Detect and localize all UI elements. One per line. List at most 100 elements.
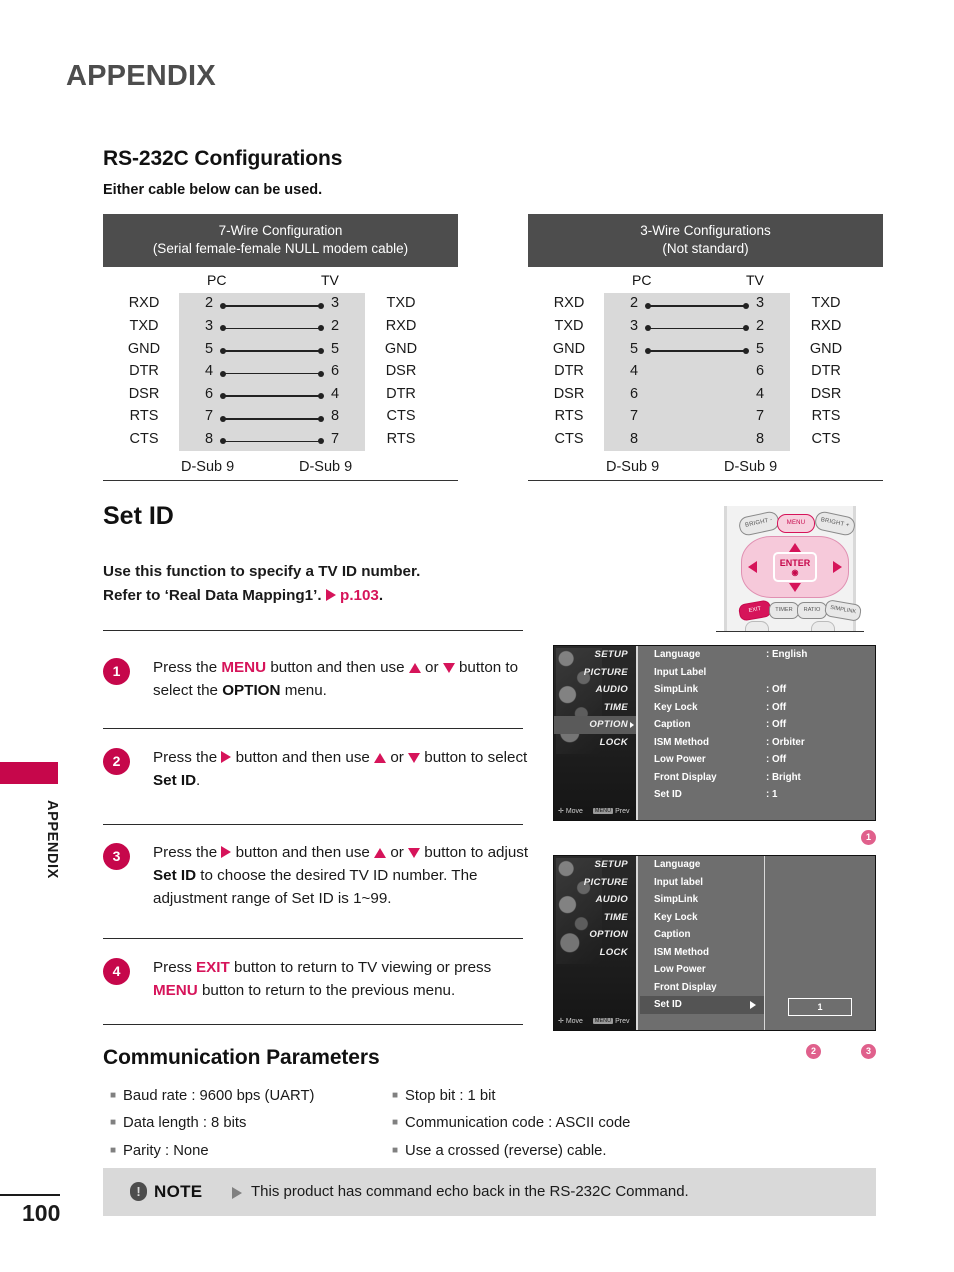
- remote-exit-button[interactable]: EXIT: [737, 599, 773, 622]
- osd-row-language[interactable]: Language: English: [640, 646, 875, 664]
- remote-ratio-button[interactable]: RATIO: [797, 602, 827, 619]
- osd-sidebar-item-time[interactable]: TIME: [554, 909, 636, 927]
- note-label: NOTE: [154, 1182, 203, 1201]
- osd-nav-prev: MENU Prev: [592, 1018, 630, 1025]
- left-pin: 6: [204, 385, 214, 402]
- chevron-right-icon: [630, 721, 634, 728]
- osd-row-name: Caption: [654, 929, 691, 940]
- remote-bright-minus-button[interactable]: BRIGHT -: [737, 510, 781, 537]
- wire-config-table-7wire: 7-Wire Configuration (Serial female-fema…: [103, 214, 458, 482]
- osd-setid-value-box[interactable]: 1: [788, 998, 852, 1016]
- osd-row-set-id[interactable]: Set ID: [640, 996, 764, 1014]
- osd-sidebar: SETUP PICTURE AUDIO TIME OPTION LOCK ✛ M…: [554, 856, 638, 1030]
- table-bottom-rule: [103, 480, 458, 482]
- setid-intro-period: .: [378, 586, 384, 604]
- comm-right-list: Stop bit : 1 bit Communication code : AS…: [392, 1083, 692, 1165]
- osd-sidebar-item-lock[interactable]: LOCK: [554, 944, 636, 962]
- osd-row-value: : Bright: [766, 771, 801, 783]
- osd-row-name: SimpLink: [654, 684, 699, 695]
- setid-heading: Set ID: [103, 502, 174, 530]
- osd-row-caption[interactable]: Caption : Off: [640, 716, 875, 734]
- column-header-pc: PC: [207, 272, 227, 289]
- osd-row-key-lock[interactable]: Key Lock: [640, 909, 764, 927]
- setid-intro: Use this function to specify a TV ID num…: [103, 560, 523, 607]
- osd-row-input-label[interactable]: Input Label: [640, 664, 875, 682]
- osd-row-ism-method[interactable]: ISM Method: Orbiter: [640, 734, 875, 752]
- osd-nav-hints: ✛ Move MENU Prev: [558, 807, 636, 815]
- osd-sidebar: SETUP PICTURE AUDIO TIME OPTION LOCK ✛ M…: [554, 646, 638, 820]
- chevron-right-icon: [750, 1000, 756, 1009]
- osd-row-name: Caption: [654, 719, 691, 730]
- osd-sidebar-item-option[interactable]: OPTION: [554, 926, 636, 944]
- osd-sidebar-item-time[interactable]: TIME: [554, 699, 636, 717]
- osd-row-simplink[interactable]: SimpLink: [640, 891, 764, 909]
- right-pin: 2: [330, 318, 340, 335]
- osd-row-simplink[interactable]: SimpLink: Off: [640, 681, 875, 699]
- table-footer: D-Sub 9 D-Sub 9: [103, 451, 458, 481]
- osd-sidebar-item-setup[interactable]: SETUP: [554, 646, 636, 664]
- setid-intro-line1: Use this function to specify a TV ID num…: [103, 563, 421, 580]
- osd-row-front-display[interactable]: Front Display: [640, 979, 764, 997]
- osd-row-name: Set ID: [654, 789, 682, 800]
- divider: [103, 630, 523, 632]
- osd-row-low-power[interactable]: Low Power: Off: [640, 751, 875, 769]
- table-row: RXD 2 3 TXD: [528, 293, 883, 316]
- arrow-right-icon: [232, 1187, 242, 1199]
- right-pin: 4: [755, 385, 765, 402]
- remote-arrow-left-icon[interactable]: [748, 561, 757, 573]
- osd-sidebar-item-audio[interactable]: AUDIO: [554, 891, 636, 909]
- remote-arrow-down-icon[interactable]: [789, 583, 801, 592]
- wire-link: [220, 370, 324, 376]
- right-signal: TXD: [386, 295, 416, 312]
- osd-row-value: : Orbiter: [766, 736, 805, 748]
- remote-menu-button[interactable]: MENU: [777, 514, 815, 533]
- osd-row-set-id[interactable]: Set ID: 1: [640, 786, 875, 804]
- right-signal: RTS: [386, 431, 416, 447]
- column-header-tv: TV: [321, 272, 339, 289]
- osd-row-key-lock[interactable]: Key Lock: Off: [640, 699, 875, 717]
- left-signal: RTS: [554, 408, 584, 425]
- right-signal: CTS: [811, 431, 841, 447]
- footer-right: D-Sub 9: [724, 459, 778, 476]
- arrow-down-icon: [442, 663, 455, 673]
- osd-sidebar-item-lock[interactable]: LOCK: [554, 734, 636, 752]
- osd-main-panel: Language: English Input Label SimpLink: …: [640, 646, 875, 820]
- osd-row-value: : Off: [766, 719, 787, 730]
- remote-arrow-up-icon[interactable]: [789, 543, 801, 552]
- right-signal: GND: [384, 340, 418, 357]
- right-pin: 4: [330, 385, 340, 402]
- arrow-down-icon: [408, 753, 421, 763]
- osd-sidebar-item-setup[interactable]: SETUP: [554, 856, 636, 874]
- arrow-right-icon: [221, 751, 232, 763]
- table-row: TXD 3 2 RXD: [103, 316, 458, 339]
- osd-row-input-label[interactable]: Input label: [640, 874, 764, 892]
- osd-row-front-display[interactable]: Front Display: Bright: [640, 769, 875, 787]
- step-marker-2: 2: [806, 1044, 821, 1059]
- step-marker-1: 1: [861, 830, 876, 845]
- remote-bright-plus-button[interactable]: BRIGHT +: [813, 510, 857, 537]
- exit-button-ref: EXIT: [196, 959, 230, 976]
- remote-simplink-button[interactable]: SIMPLINK: [823, 599, 863, 622]
- osd-sidebar-item-option[interactable]: OPTION: [554, 716, 636, 734]
- osd-row-ism-method[interactable]: ISM Method: [640, 944, 764, 962]
- remote-arrow-right-icon[interactable]: [833, 561, 842, 573]
- remote-enter-button[interactable]: ENTER ◉: [773, 552, 817, 582]
- right-signal: DTR: [386, 385, 416, 402]
- right-signal: RTS: [811, 408, 841, 425]
- osd-nav-move: ✛ Move: [558, 1018, 583, 1025]
- appendix-side-label: APPENDIX: [44, 800, 60, 879]
- osd-row-name: Low Power: [654, 754, 706, 765]
- osd-sidebar-item-picture[interactable]: PICTURE: [554, 874, 636, 892]
- osd-sidebar-item-picture[interactable]: PICTURE: [554, 664, 636, 682]
- left-pin: 5: [204, 340, 214, 357]
- arrow-up-icon: [374, 848, 387, 858]
- osd-row-low-power[interactable]: Low Power: [640, 961, 764, 979]
- osd-row-language[interactable]: Language: [640, 856, 764, 874]
- right-signal: TXD: [811, 295, 841, 312]
- osd-nav-prev: MENU Prev: [592, 808, 630, 815]
- remote-timer-button[interactable]: TIMER: [769, 602, 799, 619]
- remote-dpad[interactable]: ENTER ◉: [741, 536, 849, 598]
- osd-sidebar-item-audio[interactable]: AUDIO: [554, 681, 636, 699]
- osd-row-caption[interactable]: Caption: [640, 926, 764, 944]
- osd-row-name: Set ID: [654, 999, 682, 1010]
